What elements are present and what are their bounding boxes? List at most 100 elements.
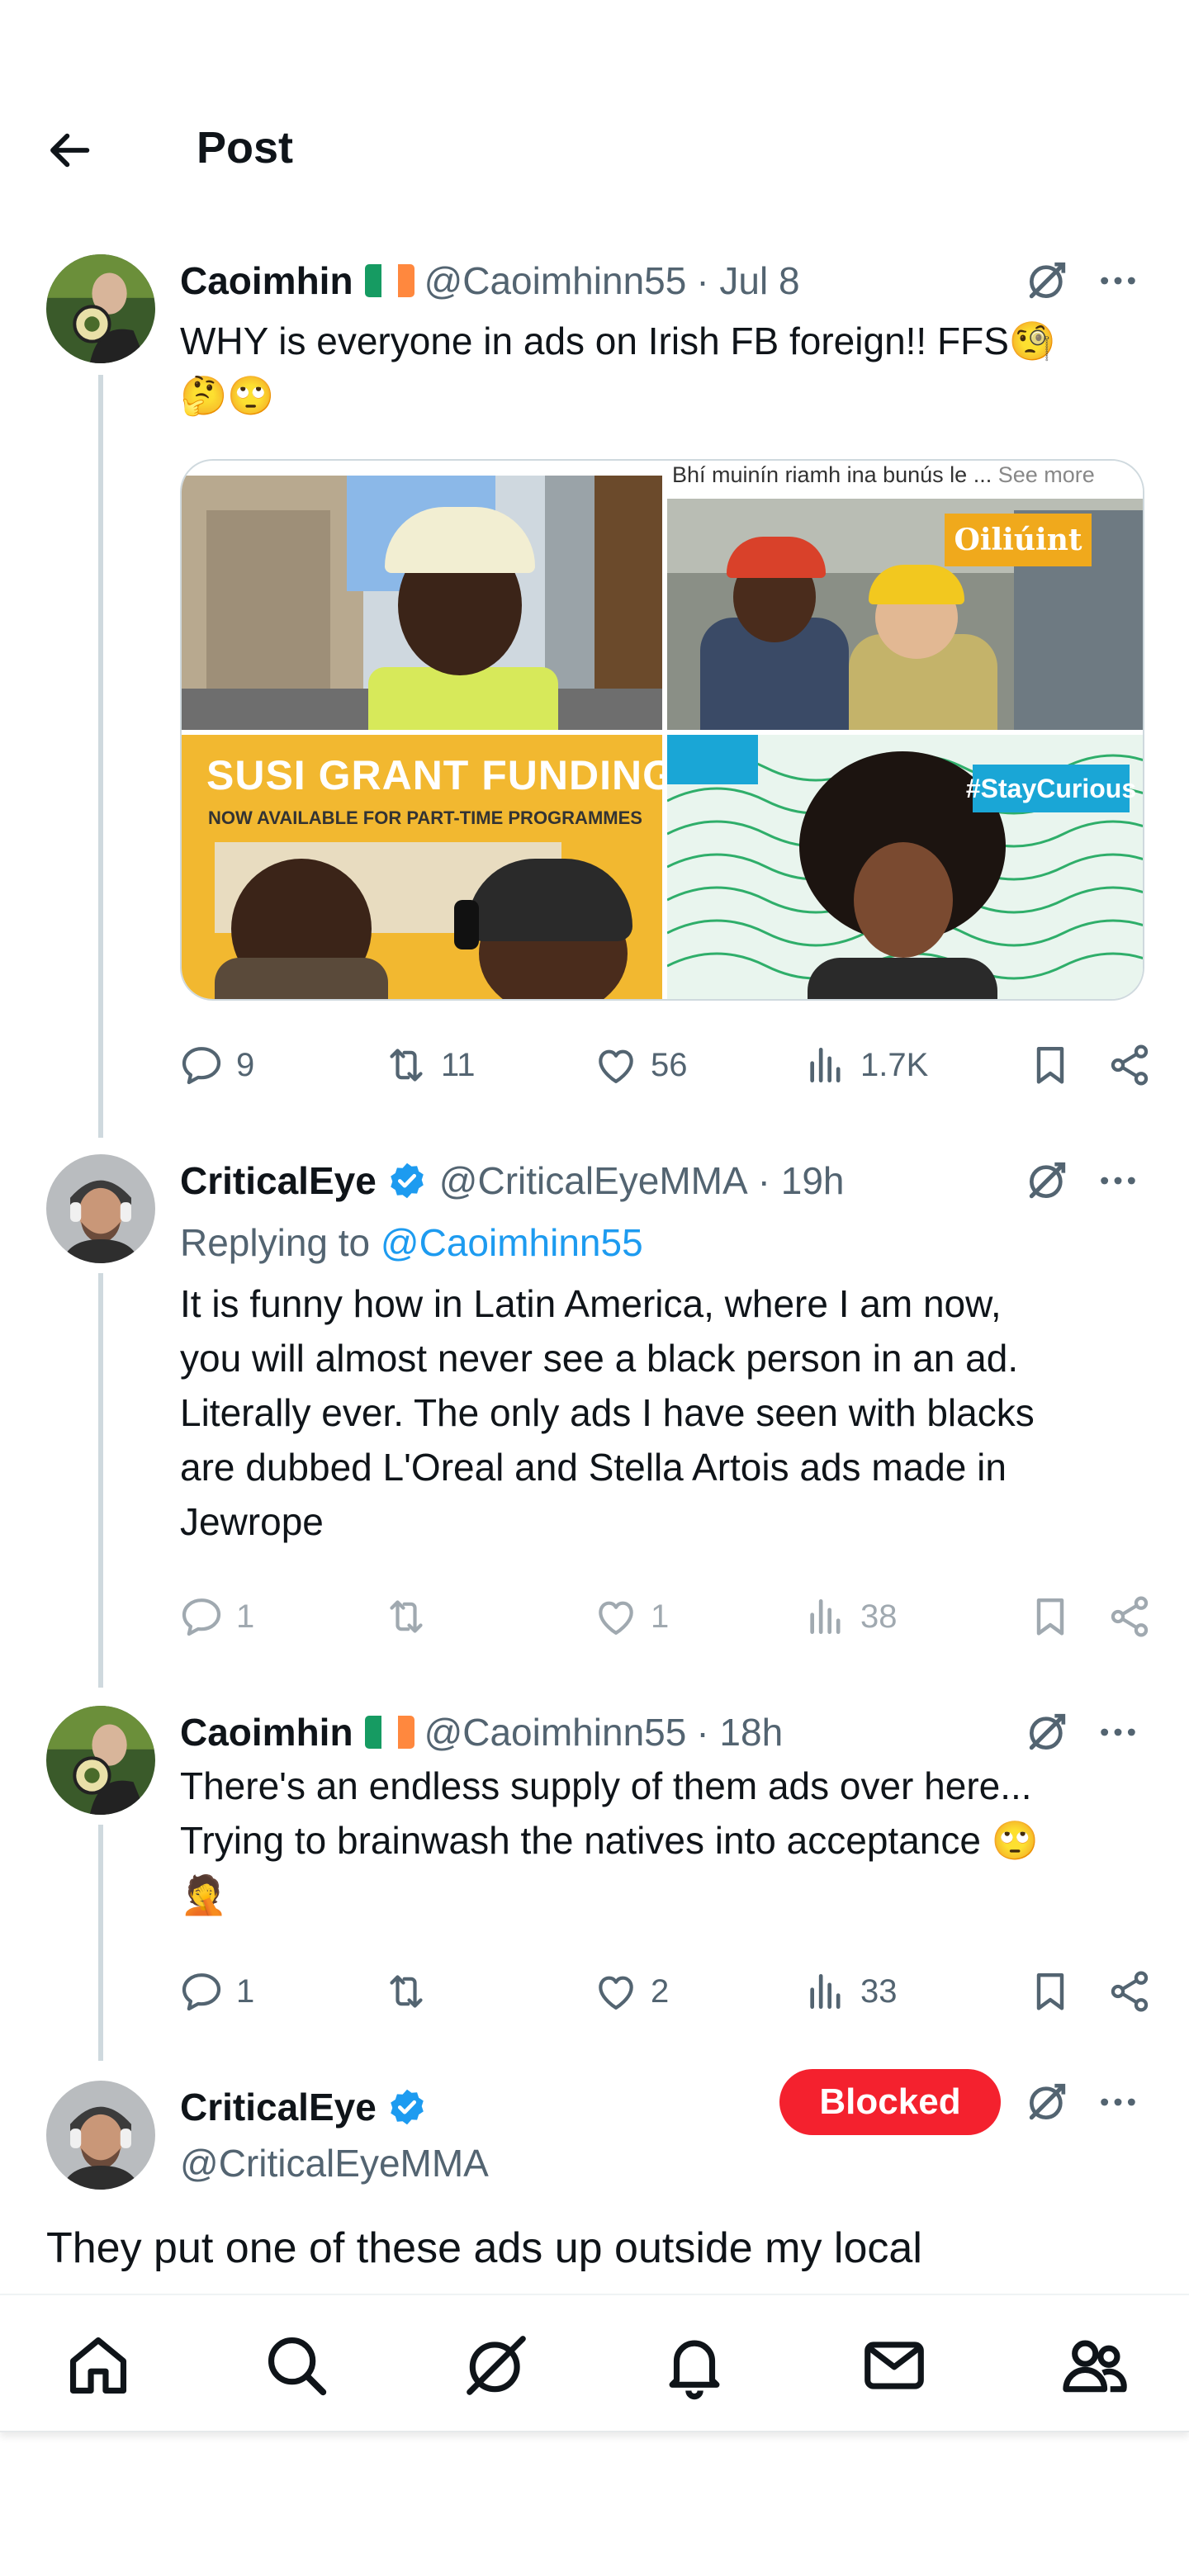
post-header: Post — [0, 99, 1189, 198]
like-icon — [593, 1042, 639, 1088]
display-name[interactable]: CriticalEye — [180, 2085, 377, 2129]
text-line: 🤔🙄 — [180, 374, 275, 417]
user-handle[interactable]: @Caoimhinn55 — [424, 1710, 687, 1754]
text-line: WHY is everyone in ads on Irish FB forei… — [180, 320, 1057, 362]
back-arrow-icon[interactable] — [43, 124, 96, 177]
reply-count: 1 — [236, 1972, 255, 2010]
text-line: Jewrope — [180, 1500, 324, 1543]
post-time: · 18h — [696, 1711, 784, 1754]
home-icon[interactable] — [63, 2330, 134, 2401]
repost-button[interactable]: 11 — [383, 1039, 476, 1091]
more-icon[interactable] — [1095, 1158, 1141, 1204]
views-icon — [803, 1042, 849, 1088]
display-name[interactable]: Caoimhin — [180, 1710, 353, 1754]
grok-icon[interactable] — [1024, 2079, 1070, 2125]
post-meta: CriticalEye — [180, 2082, 439, 2132]
reply-count: 9 — [236, 1046, 255, 1083]
views-icon — [803, 1968, 849, 2015]
notifications-icon[interactable] — [659, 2330, 730, 2401]
text-line: It is funny how in Latin America, where … — [180, 1282, 1002, 1325]
grok-icon[interactable] — [1024, 258, 1070, 304]
share-icon[interactable] — [1106, 1968, 1153, 2015]
like-count: 1 — [651, 1598, 670, 1635]
view-count: 38 — [860, 1598, 898, 1635]
post-text: They put one of these ads up outside my … — [46, 2221, 1153, 2275]
repost-button[interactable] — [383, 1590, 441, 1643]
bookmark-icon[interactable] — [1027, 1042, 1073, 1088]
ireland-flag-icon — [364, 1716, 414, 1749]
media-grid[interactable]: Bhí muinín riamh ina bunús le ... See mo… — [180, 459, 1144, 1001]
like-icon — [593, 1593, 639, 1640]
repost-icon — [383, 1593, 429, 1640]
avatar[interactable] — [46, 254, 155, 363]
more-icon[interactable] — [1095, 258, 1141, 304]
reply-icon — [178, 1593, 225, 1640]
media-caption: Bhí muinín riamh ina bunús le ... — [672, 462, 992, 487]
views-button[interactable]: 1.7K — [803, 1039, 928, 1091]
replying-prefix: Replying to — [180, 1221, 371, 1264]
communities-icon[interactable] — [1059, 2330, 1130, 2401]
like-button[interactable]: 56 — [593, 1039, 688, 1091]
post-meta: Caoimhin @Caoimhinn55 · Jul 8 — [180, 256, 800, 305]
media-image-susi[interactable]: SUSI GRANT FUNDING NOW AVAILABLE FOR PAR… — [182, 735, 662, 999]
grok-nav-icon[interactable] — [461, 2330, 532, 2401]
text-line: Literally ever. The only ads I have seen… — [180, 1391, 1035, 1434]
media-image-workers[interactable]: Bhí muinín riamh ina bunús le ... See mo… — [667, 461, 1143, 730]
bottom-nav — [0, 2294, 1189, 2432]
verified-badge-icon — [386, 1160, 428, 1201]
view-count: 33 — [860, 1972, 898, 2010]
user-handle[interactable]: @CriticalEyeMMA — [439, 1158, 748, 1203]
text-line: There's an endless supply of them ads ov… — [180, 1764, 1032, 1807]
text-line: you will almost never see a black person… — [180, 1337, 1019, 1380]
repost-button[interactable] — [383, 1965, 441, 2018]
user-handle[interactable]: @Caoimhinn55 — [424, 258, 687, 303]
more-icon[interactable] — [1095, 2079, 1141, 2125]
display-name[interactable]: Caoimhin — [180, 258, 353, 303]
avatar[interactable] — [46, 1706, 155, 1815]
media-image-selfie[interactable] — [182, 461, 662, 730]
like-icon — [593, 1968, 639, 2015]
post-meta: @CriticalEyeMMA — [180, 2138, 489, 2188]
grok-icon[interactable] — [1024, 1158, 1070, 1204]
views-button[interactable]: 38 — [803, 1590, 898, 1643]
verified-badge-icon — [386, 2086, 428, 2128]
display-name[interactable]: CriticalEye — [180, 1158, 377, 1203]
messages-icon[interactable] — [859, 2330, 930, 2401]
search-icon[interactable] — [261, 2330, 332, 2401]
media-grant-title: SUSI GRANT FUNDING — [206, 752, 662, 798]
text-line: They put one of these ads up outside my … — [46, 2224, 922, 2272]
post-actions: 1 1 38 — [178, 1590, 1153, 1643]
user-handle[interactable]: @CriticalEyeMMA — [180, 2141, 489, 2185]
like-button[interactable]: 1 — [593, 1590, 669, 1643]
reply-count: 1 — [236, 1598, 255, 1635]
avatar[interactable] — [46, 2081, 155, 2190]
text-line: 🤦 — [180, 1873, 228, 1916]
see-more-link[interactable]: See more — [998, 462, 1095, 487]
grok-icon[interactable] — [1024, 1709, 1070, 1755]
post-actions: 1 2 33 — [178, 1965, 1153, 2018]
text-line: are dubbed L'Oreal and Stella Artois ads… — [180, 1446, 1007, 1489]
page-title: Post — [197, 123, 294, 173]
post-meta: CriticalEye @CriticalEyeMMA · 19h — [180, 1156, 845, 1205]
reply-button[interactable]: 9 — [178, 1039, 254, 1091]
bookmark-icon[interactable] — [1027, 1968, 1073, 2015]
reply-icon — [178, 1968, 225, 2015]
media-image-staycurious[interactable]: #StayCurious — [667, 735, 1143, 999]
reply-button[interactable]: 1 — [178, 1590, 254, 1643]
reply-button[interactable]: 1 — [178, 1965, 254, 2018]
post-text: There's an endless supply of them ads ov… — [180, 1759, 1138, 1922]
text-line: Trying to brainwash the natives into acc… — [180, 1819, 1040, 1862]
bookmark-icon[interactable] — [1027, 1593, 1073, 1640]
share-icon[interactable] — [1106, 1593, 1153, 1640]
share-icon[interactable] — [1106, 1042, 1153, 1088]
post-actions: 9 11 56 1.7K — [178, 1039, 1153, 1091]
media-hashtag: #StayCurious — [966, 765, 1136, 812]
more-icon[interactable] — [1095, 1709, 1141, 1755]
reply-icon — [178, 1042, 225, 1088]
mention-link[interactable]: @Caoimhinn55 — [381, 1221, 643, 1264]
avatar[interactable] — [46, 1154, 155, 1263]
thread-line — [98, 1273, 103, 1688]
like-button[interactable]: 2 — [593, 1965, 669, 2018]
views-button[interactable]: 33 — [803, 1965, 898, 2018]
blocked-button[interactable]: Blocked — [779, 2069, 1001, 2135]
